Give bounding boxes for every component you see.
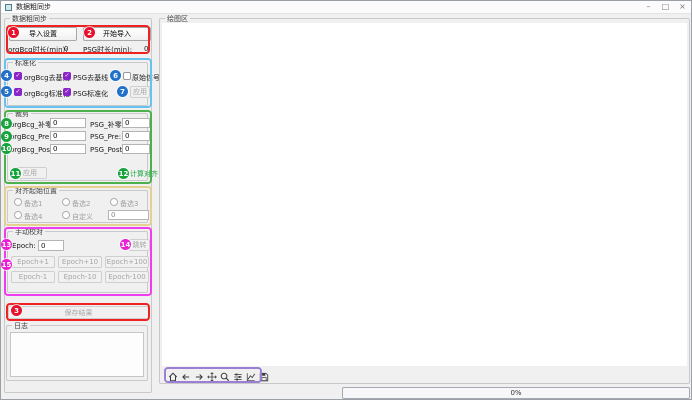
- option1-radio[interactable]: [14, 198, 22, 206]
- app-window: 数据粗同步 – □ × 数据粗同步 导入设置 开始导入 orgBcg时长(min…: [0, 0, 692, 400]
- annotation-badge-9: 9: [1, 131, 12, 142]
- manual-group-title: 手动校对: [13, 227, 45, 237]
- psg-detrend-label: PSG去基线: [73, 73, 108, 83]
- annotation-badge-6: 6: [110, 70, 121, 81]
- maximize-button[interactable]: □: [657, 1, 674, 13]
- option2-radio[interactable]: [62, 198, 70, 206]
- save-results-button[interactable]: 保存结果: [8, 306, 149, 319]
- crop-group-title: 裁剪: [13, 109, 31, 119]
- check-icon: ✓: [64, 88, 69, 96]
- psg-detrend-checkbox[interactable]: ✓: [63, 72, 71, 80]
- epoch-minus10-button[interactable]: Epoch-10: [58, 271, 102, 283]
- orgbcg-pad-label: orgBcg_补零:: [10, 120, 54, 130]
- titlebar: 数据粗同步 – □ ×: [1, 1, 691, 14]
- epoch-plus1-button[interactable]: Epoch+1: [11, 256, 55, 268]
- epoch-input[interactable]: [38, 240, 64, 251]
- back-arrow-icon[interactable]: [180, 370, 192, 383]
- jump-button[interactable]: 跳转: [129, 239, 150, 251]
- close-button[interactable]: ×: [674, 1, 691, 13]
- annotation-badge-3: 3: [11, 305, 22, 316]
- option4-label: 备选4: [24, 212, 42, 222]
- epoch-plus10-button[interactable]: Epoch+10: [58, 256, 102, 268]
- annotation-badge-1: 1: [8, 27, 19, 38]
- epoch-label: Epoch:: [12, 242, 36, 250]
- normalize-group-title: 标准化: [13, 58, 38, 68]
- orgbcg-detrend-checkbox[interactable]: ✓: [14, 72, 22, 80]
- log-group-title: 日志: [12, 321, 30, 331]
- orgbcg-normalize-checkbox[interactable]: ✓: [14, 88, 22, 96]
- custom-position-input[interactable]: [108, 210, 149, 220]
- orgbcg-duration-value: 0: [64, 45, 68, 53]
- option1-label: 备选1: [24, 199, 42, 209]
- customize-chart-icon[interactable]: [245, 370, 257, 383]
- orgbcg-post-label: orgBcg_Post:: [10, 146, 55, 154]
- psg-normalize-label: PSG标准化: [73, 89, 108, 99]
- custom-radio[interactable]: [62, 211, 70, 219]
- psg-duration-value: 0: [144, 45, 148, 53]
- orgbcg-post-input[interactable]: [50, 144, 86, 154]
- import-settings-button[interactable]: 导入设置: [9, 27, 77, 41]
- option4-radio[interactable]: [14, 211, 22, 219]
- check-icon: ✓: [15, 72, 20, 80]
- compute-align-button[interactable]: 计算对齐: [130, 169, 158, 179]
- psg-post-input[interactable]: [122, 144, 150, 154]
- annotation-badge-4: 4: [1, 70, 12, 81]
- left-panel-title: 数据粗同步: [10, 14, 49, 24]
- forward-arrow-icon[interactable]: [193, 370, 205, 383]
- option2-label: 备选2: [72, 199, 90, 209]
- progress-value: 0%: [510, 389, 521, 397]
- home-icon[interactable]: [167, 370, 179, 383]
- plot-toolbar: [167, 370, 270, 383]
- psg-duration-label: PSG时长(min):: [83, 45, 132, 55]
- normalize-group: 标准化: [7, 62, 148, 106]
- annotation-badge-5: 5: [1, 86, 12, 97]
- pan-icon[interactable]: [206, 370, 218, 383]
- subplots-icon[interactable]: [232, 370, 244, 383]
- orgbcg-pad-input[interactable]: [50, 118, 86, 128]
- custom-label: 自定义: [72, 212, 93, 222]
- option3-label: 备选3: [120, 199, 138, 209]
- check-icon: ✓: [15, 88, 20, 96]
- raw-signal-checkbox[interactable]: [123, 72, 131, 80]
- annotation-badge-2: 2: [84, 27, 95, 38]
- normalize-apply-button[interactable]: 应用: [130, 86, 150, 98]
- psg-pre-input[interactable]: [122, 131, 150, 141]
- progress-bar: 0%: [342, 387, 690, 399]
- raw-signal-label: 原始信号: [132, 73, 160, 83]
- annotation-badge-10: 10: [1, 143, 12, 154]
- epoch-minus100-button[interactable]: Epoch-100: [105, 271, 149, 283]
- minimize-button[interactable]: –: [640, 1, 657, 13]
- orgbcg-pre-label: orgBcg_Pre:: [10, 133, 52, 141]
- window-controls: – □ ×: [640, 1, 691, 13]
- annotation-badge-7: 7: [117, 86, 128, 97]
- annotation-badge-8: 8: [1, 118, 12, 129]
- psg-post-label: PSG_Post:: [90, 146, 125, 154]
- save-figure-icon[interactable]: [258, 370, 270, 383]
- annotation-badge-15: 15: [1, 259, 12, 270]
- epoch-minus1-button[interactable]: Epoch-1: [11, 271, 55, 283]
- check-icon: ✓: [64, 72, 69, 80]
- align-group-title: 对齐起始位置: [13, 186, 59, 196]
- orgbcg-duration-label: orgBcg时长(min):: [8, 45, 68, 55]
- annotation-badge-14: 14: [120, 239, 131, 250]
- zoom-icon[interactable]: [219, 370, 231, 383]
- psg-pad-input[interactable]: [122, 118, 150, 128]
- annotation-badge-12: 12: [118, 168, 129, 179]
- psg-pre-label: PSG_Pre:: [90, 133, 121, 141]
- annotation-badge-13: 13: [1, 239, 12, 250]
- log-output: [10, 332, 144, 377]
- app-icon: [5, 4, 12, 11]
- psg-normalize-checkbox[interactable]: ✓: [63, 88, 71, 96]
- psg-pad-label: PSG_补零:: [90, 120, 124, 130]
- annotation-badge-11: 11: [10, 168, 21, 179]
- plot-canvas[interactable]: [162, 23, 687, 366]
- orgbcg-pre-input[interactable]: [50, 131, 86, 141]
- window-title: 数据粗同步: [16, 2, 51, 12]
- epoch-plus100-button[interactable]: Epoch+100: [105, 256, 149, 268]
- option3-radio[interactable]: [110, 198, 118, 206]
